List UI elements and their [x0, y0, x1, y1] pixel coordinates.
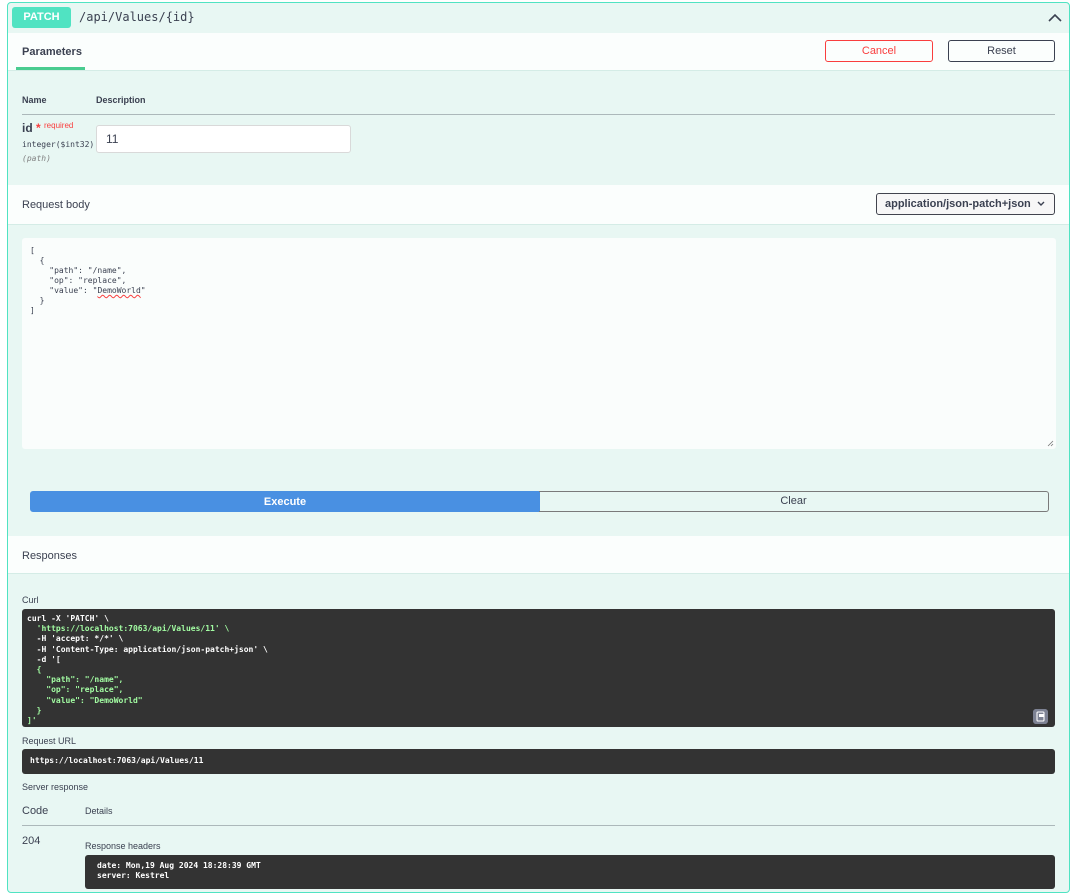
curl-line: -H 'accept: */*' \ [27, 634, 124, 644]
body-line: "path": "/name", [30, 266, 127, 275]
execute-button[interactable]: Execute [30, 491, 540, 512]
column-header-description: Description [96, 95, 146, 105]
endpoint-path: /api/Values/{id} [79, 10, 195, 24]
table-divider [22, 114, 1055, 115]
curl-line: ]' [27, 716, 37, 726]
id-input[interactable] [96, 125, 351, 153]
curl-line: } [27, 705, 42, 715]
parameters-header: Parameters Cancel Reset [8, 33, 1069, 71]
curl-line: "value": "DemoWorld" [27, 695, 143, 705]
response-code: 204 [22, 835, 41, 847]
column-header-name: Name [22, 95, 47, 105]
body-line: " [140, 286, 146, 295]
required-star: * [36, 121, 41, 135]
body-line: "op": "replace", [30, 276, 127, 285]
body-line: "value": " [30, 286, 98, 295]
request-body-title: Request body [22, 199, 90, 211]
body-line: { [30, 256, 45, 265]
operation-block-patch: PATCH /api/Values/{id} Parameters Cancel… [7, 2, 1070, 893]
chevron-down-icon [1037, 201, 1045, 206]
chevron-up-icon[interactable] [1046, 9, 1064, 27]
curl-line: "op": "replace", [27, 685, 124, 695]
content-type-select[interactable]: application/json-patch+json [876, 193, 1055, 215]
body-line: ] [30, 306, 35, 315]
response-headers[interactable]: date: Mon,19 Aug 2024 18:28:39 GMT serve… [85, 855, 1055, 889]
operation-summary[interactable]: PATCH /api/Values/{id} [8, 3, 1069, 33]
responses-title: Responses [22, 550, 78, 562]
header-line: date: Mon,19 Aug 2024 18:28:39 GMT [97, 861, 261, 870]
tab-parameters[interactable]: Parameters [22, 46, 82, 58]
content-type-value: application/json-patch+json [885, 198, 1031, 210]
column-header-details: Details [85, 806, 113, 816]
response-headers-label: Response headers [85, 841, 161, 851]
cancel-button[interactable]: Cancel [825, 40, 933, 62]
param-location: (path) [22, 154, 51, 163]
tab-active-indicator [16, 67, 85, 70]
responses-header: Responses [8, 536, 1069, 574]
header-line: server: Kestrel [97, 871, 170, 881]
curl-line: -d '[ [27, 654, 61, 664]
curl-line: -H 'Content-Type: application/json-patch… [27, 644, 268, 654]
reset-button[interactable]: Reset [948, 40, 1055, 62]
column-header-code: Code [22, 805, 49, 817]
body-line: } [30, 296, 45, 305]
method-badge: PATCH [12, 7, 71, 28]
spellcheck-word: DemoWorld [97, 286, 141, 295]
curl-command[interactable]: curl -X 'PATCH' \ 'https://localhost:706… [22, 609, 1055, 727]
curl-label: Curl [22, 595, 39, 605]
curl-line: { [27, 665, 42, 675]
copy-to-clipboard-icon[interactable] [1033, 709, 1048, 724]
curl-line: 'https://localhost:7063/api/Values/11' \ [27, 624, 230, 634]
required-label: required [44, 121, 74, 130]
curl-line: "path": "/name", [27, 675, 124, 685]
request-url[interactable]: https://localhost:7063/api/Values/11 [22, 749, 1055, 774]
request-body-editor[interactable]: [ { "path": "/name", "op": "replace", "v… [22, 238, 1056, 449]
request-url-label: Request URL [22, 736, 77, 746]
body-line: [ [30, 246, 35, 255]
request-body-header: Request body application/json-patch+json [8, 185, 1069, 225]
resize-handle-icon[interactable] [1047, 440, 1054, 447]
param-type: integer($int32) [22, 140, 95, 149]
server-response-label: Server response [22, 782, 89, 792]
clear-button[interactable]: Clear [539, 491, 1049, 512]
param-name: id * [22, 121, 41, 135]
response-divider [22, 825, 1055, 826]
curl-line: curl -X 'PATCH' \ [27, 614, 109, 623]
